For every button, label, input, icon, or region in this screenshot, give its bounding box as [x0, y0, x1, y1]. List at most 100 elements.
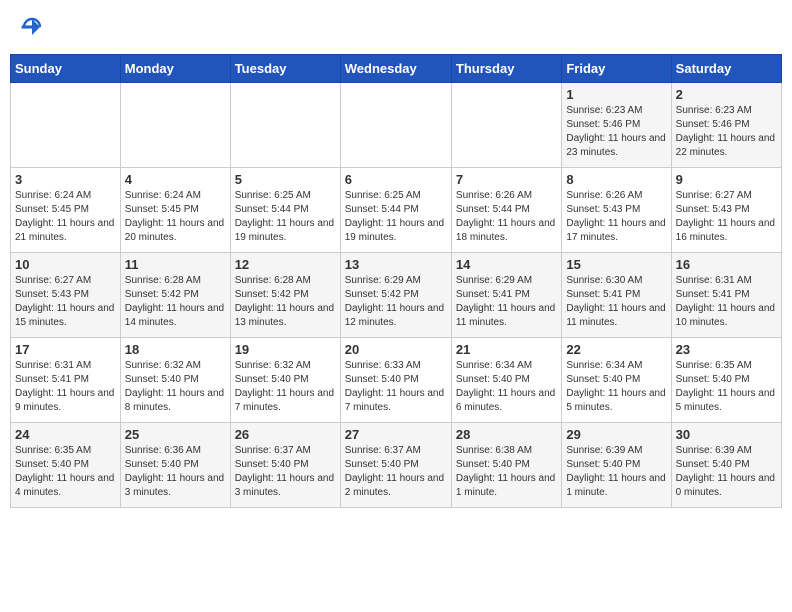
calendar-day-4: 4 Sunrise: 6:24 AM Sunset: 5:45 PM Daylig… [120, 168, 230, 253]
calendar-day-15: 15 Sunrise: 6:30 AM Sunset: 5:41 PM Dayli… [562, 253, 671, 338]
day-number: 21 [456, 342, 557, 357]
day-number: 10 [15, 257, 116, 272]
calendar-day-25: 25 Sunrise: 6:36 AM Sunset: 5:40 PM Dayli… [120, 423, 230, 508]
calendar-week-row: 1 Sunrise: 6:23 AM Sunset: 5:46 PM Daylig… [11, 83, 782, 168]
calendar-day-11: 11 Sunrise: 6:28 AM Sunset: 5:42 PM Dayli… [120, 253, 230, 338]
day-info: Sunrise: 6:23 AM Sunset: 5:46 PM Dayligh… [676, 104, 777, 160]
calendar-week-row: 24 Sunrise: 6:35 AM Sunset: 5:40 PM Dayli… [11, 423, 782, 508]
calendar-day-22: 22Sunrise: 6:34 AM Sunset: 5:40 PM Dayli… [562, 338, 671, 423]
calendar-empty-cell [120, 83, 230, 168]
day-info: Sunrise: 6:35 AM Sunset: 5:40 PM Dayligh… [15, 444, 116, 500]
calendar-day-18: 18Sunrise: 6:32 AM Sunset: 5:40 PM Dayli… [120, 338, 230, 423]
calendar-empty-cell [230, 83, 340, 168]
calendar-day-6: 6 Sunrise: 6:25 AM Sunset: 5:44 PM Daylig… [340, 168, 451, 253]
calendar-day-24: 24 Sunrise: 6:35 AM Sunset: 5:40 PM Dayli… [11, 423, 121, 508]
day-number: 24 [15, 427, 116, 442]
day-number: 15 [566, 257, 666, 272]
logo [20, 15, 48, 39]
calendar-day-23: 23 Sunrise: 6:35 AM Sunset: 5:40 PM Dayli… [671, 338, 781, 423]
day-number: 14 [456, 257, 557, 272]
calendar-day-20: 20 Sunrise: 6:33 AM Sunset: 5:40 PM Dayli… [340, 338, 451, 423]
calendar-day-21: 21 Sunrise: 6:34 AM Sunset: 5:40 PM Dayli… [451, 338, 561, 423]
day-info: Sunrise: 6:26 AM Sunset: 5:43 PM Dayligh… [566, 189, 666, 245]
calendar-day-10: 10 Sunrise: 6:27 AM Sunset: 5:43 PM Dayli… [11, 253, 121, 338]
calendar-day-29: 29Sunrise: 6:39 AM Sunset: 5:40 PM Dayli… [562, 423, 671, 508]
day-info: Sunrise: 6:35 AM Sunset: 5:40 PM Dayligh… [676, 359, 777, 415]
day-info: Sunrise: 6:25 AM Sunset: 5:44 PM Dayligh… [345, 189, 447, 245]
calendar-empty-cell [340, 83, 451, 168]
calendar-day-19: 19 Sunrise: 6:32 AM Sunset: 5:40 PM Dayli… [230, 338, 340, 423]
day-number: 4 [125, 172, 226, 187]
calendar-day-28: 28 Sunrise: 6:38 AM Sunset: 5:40 PM Dayli… [451, 423, 561, 508]
calendar-day-12: 12Sunrise: 6:28 AM Sunset: 5:42 PM Dayli… [230, 253, 340, 338]
calendar: SundayMondayTuesdayWednesdayThursdayFrid… [10, 54, 782, 508]
header [10, 10, 782, 44]
day-number: 28 [456, 427, 557, 442]
day-number: 25 [125, 427, 226, 442]
day-info: Sunrise: 6:39 AM Sunset: 5:40 PM Dayligh… [566, 444, 666, 500]
calendar-header-sunday: Sunday [11, 55, 121, 83]
calendar-day-8: 8Sunrise: 6:26 AM Sunset: 5:43 PM Daylig… [562, 168, 671, 253]
calendar-day-17: 17 Sunrise: 6:31 AM Sunset: 5:41 PM Dayli… [11, 338, 121, 423]
day-number: 16 [676, 257, 777, 272]
calendar-empty-cell [11, 83, 121, 168]
day-info: Sunrise: 6:24 AM Sunset: 5:45 PM Dayligh… [125, 189, 226, 245]
calendar-day-13: 13 Sunrise: 6:29 AM Sunset: 5:42 PM Dayli… [340, 253, 451, 338]
calendar-day-30: 30 Sunrise: 6:39 AM Sunset: 5:40 PM Dayli… [671, 423, 781, 508]
calendar-day-5: 5 Sunrise: 6:25 AM Sunset: 5:44 PM Daylig… [230, 168, 340, 253]
day-number: 17 [15, 342, 116, 357]
calendar-header-tuesday: Tuesday [230, 55, 340, 83]
day-info: Sunrise: 6:27 AM Sunset: 5:43 PM Dayligh… [676, 189, 777, 245]
calendar-day-9: 9 Sunrise: 6:27 AM Sunset: 5:43 PM Daylig… [671, 168, 781, 253]
day-info: Sunrise: 6:36 AM Sunset: 5:40 PM Dayligh… [125, 444, 226, 500]
day-info: Sunrise: 6:26 AM Sunset: 5:44 PM Dayligh… [456, 189, 557, 245]
calendar-week-row: 3 Sunrise: 6:24 AM Sunset: 5:45 PM Daylig… [11, 168, 782, 253]
day-info: Sunrise: 6:28 AM Sunset: 5:42 PM Dayligh… [235, 274, 336, 330]
day-number: 20 [345, 342, 447, 357]
day-info: Sunrise: 6:31 AM Sunset: 5:41 PM Dayligh… [676, 274, 777, 330]
day-number: 18 [125, 342, 226, 357]
day-info: Sunrise: 6:38 AM Sunset: 5:40 PM Dayligh… [456, 444, 557, 500]
day-number: 30 [676, 427, 777, 442]
day-number: 23 [676, 342, 777, 357]
calendar-header-monday: Monday [120, 55, 230, 83]
day-info: Sunrise: 6:29 AM Sunset: 5:41 PM Dayligh… [456, 274, 557, 330]
day-info: Sunrise: 6:34 AM Sunset: 5:40 PM Dayligh… [456, 359, 557, 415]
calendar-day-3: 3Sunrise: 6:24 AM Sunset: 5:45 PM Daylig… [11, 168, 121, 253]
calendar-header-wednesday: Wednesday [340, 55, 451, 83]
calendar-header-thursday: Thursday [451, 55, 561, 83]
day-number: 27 [345, 427, 447, 442]
day-info: Sunrise: 6:37 AM Sunset: 5:40 PM Dayligh… [345, 444, 447, 500]
calendar-day-16: 16 Sunrise: 6:31 AM Sunset: 5:41 PM Dayli… [671, 253, 781, 338]
calendar-empty-cell [451, 83, 561, 168]
day-number: 13 [345, 257, 447, 272]
day-number: 7 [456, 172, 557, 187]
page: SundayMondayTuesdayWednesdayThursdayFrid… [0, 0, 792, 518]
day-info: Sunrise: 6:39 AM Sunset: 5:40 PM Dayligh… [676, 444, 777, 500]
day-info: Sunrise: 6:31 AM Sunset: 5:41 PM Dayligh… [15, 359, 116, 415]
day-info: Sunrise: 6:37 AM Sunset: 5:40 PM Dayligh… [235, 444, 336, 500]
day-info: Sunrise: 6:33 AM Sunset: 5:40 PM Dayligh… [345, 359, 447, 415]
day-info: Sunrise: 6:27 AM Sunset: 5:43 PM Dayligh… [15, 274, 116, 330]
day-number: 22 [566, 342, 666, 357]
day-info: Sunrise: 6:23 AM Sunset: 5:46 PM Dayligh… [566, 104, 666, 160]
calendar-day-26: 26Sunrise: 6:37 AM Sunset: 5:40 PM Dayli… [230, 423, 340, 508]
day-info: Sunrise: 6:25 AM Sunset: 5:44 PM Dayligh… [235, 189, 336, 245]
day-number: 9 [676, 172, 777, 187]
day-info: Sunrise: 6:32 AM Sunset: 5:40 PM Dayligh… [235, 359, 336, 415]
day-number: 3 [15, 172, 116, 187]
day-number: 19 [235, 342, 336, 357]
day-info: Sunrise: 6:28 AM Sunset: 5:42 PM Dayligh… [125, 274, 226, 330]
calendar-header-saturday: Saturday [671, 55, 781, 83]
day-info: Sunrise: 6:29 AM Sunset: 5:42 PM Dayligh… [345, 274, 447, 330]
calendar-header-row: SundayMondayTuesdayWednesdayThursdayFrid… [11, 55, 782, 83]
day-number: 2 [676, 87, 777, 102]
day-number: 11 [125, 257, 226, 272]
calendar-day-27: 27 Sunrise: 6:37 AM Sunset: 5:40 PM Dayli… [340, 423, 451, 508]
day-number: 5 [235, 172, 336, 187]
calendar-day-1: 1 Sunrise: 6:23 AM Sunset: 5:46 PM Daylig… [562, 83, 671, 168]
day-info: Sunrise: 6:30 AM Sunset: 5:41 PM Dayligh… [566, 274, 666, 330]
day-number: 6 [345, 172, 447, 187]
day-number: 1 [566, 87, 666, 102]
calendar-day-2: 2 Sunrise: 6:23 AM Sunset: 5:46 PM Daylig… [671, 83, 781, 168]
